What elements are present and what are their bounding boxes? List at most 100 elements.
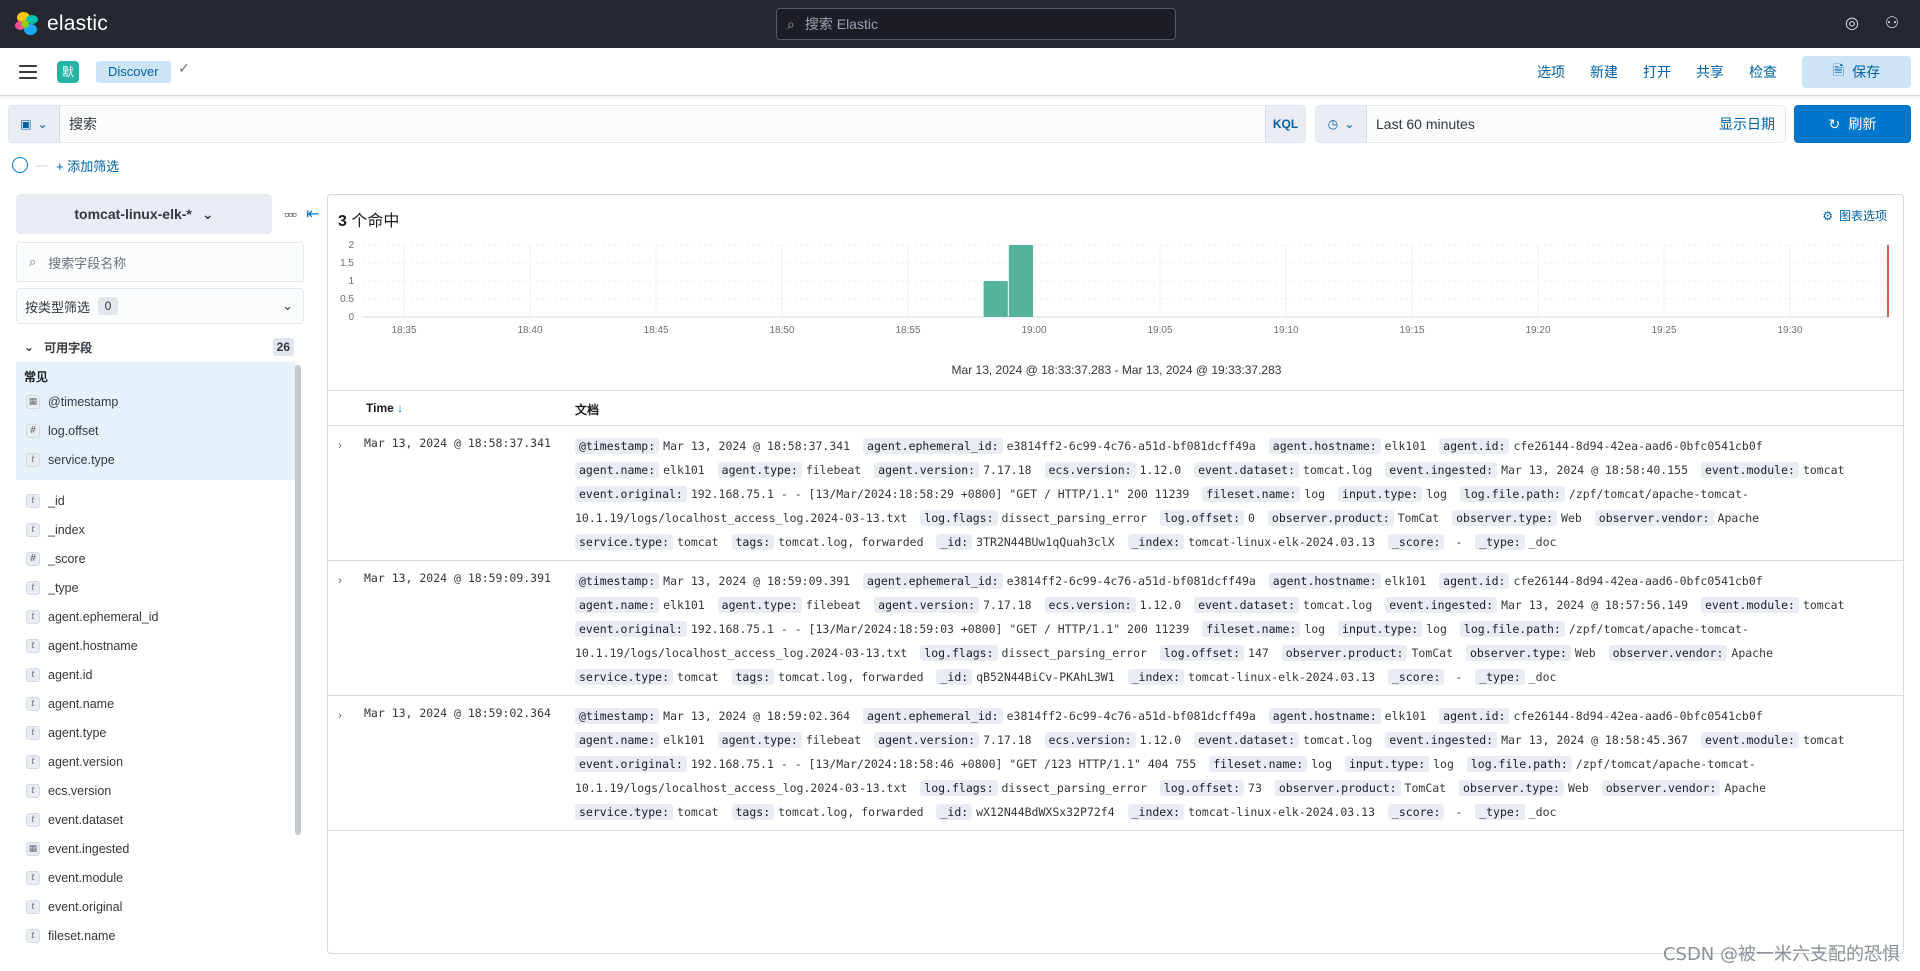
field-item[interactable]: t agent.type <box>16 718 296 747</box>
doc-field-value: cfe26144-8d94-42ea-aad6-0bfc0541cb0f <box>1513 439 1763 453</box>
user-menu-icon[interactable]: ⚇ <box>1882 14 1902 34</box>
doc-field-value: elk101 <box>663 733 705 747</box>
quick-select-button[interactable]: ◷ ⌄ <box>1316 106 1367 142</box>
field-item[interactable]: tinput.type <box>16 950 296 952</box>
field-item[interactable]: t fileset.name <box>16 921 296 950</box>
field-item[interactable]: t agent.version <box>16 747 296 776</box>
space-avatar[interactable]: 默 <box>57 61 79 83</box>
type-filter-count: 0 <box>98 297 119 315</box>
field-name: event.module <box>48 870 124 885</box>
doc-field-key: observer.product: <box>1281 645 1408 661</box>
doc-field-value: 0 <box>1248 511 1255 525</box>
index-pattern-picker[interactable]: tomcat-linux-elk-* ⌄ <box>16 194 272 234</box>
filter-options-icon[interactable] <box>12 157 28 173</box>
doc-field-key: ecs.version: <box>1044 732 1136 748</box>
doc-field-key: _score: <box>1387 534 1445 550</box>
x-tick-label: 19:20 <box>1525 325 1550 336</box>
breadcrumb-discover[interactable]: Discover <box>96 61 171 83</box>
field-item[interactable]: t event.original <box>16 892 296 921</box>
number-type-icon: # <box>26 551 40 566</box>
field-item[interactable]: # log.offset <box>16 416 296 445</box>
global-search-input[interactable]: ⌕ 搜索 Elastic <box>776 8 1176 40</box>
field-item[interactable]: ▦ event.ingested <box>16 834 296 863</box>
field-item[interactable]: t ecs.version <box>16 776 296 805</box>
doc-field-key: @timestamp: <box>575 438 660 454</box>
doc-field-value: 7.17.18 <box>983 733 1032 747</box>
doc-field-value: dissect_parsing_error <box>1001 781 1147 795</box>
doc-field-key: log.flags: <box>920 780 998 796</box>
field-name: log.offset <box>48 423 99 438</box>
date-type-icon: ▦ <box>26 841 40 856</box>
options-link[interactable]: 选项 <box>1537 62 1565 82</box>
brand-name: elastic <box>47 12 108 35</box>
elastic-logo[interactable]: elastic <box>15 12 108 36</box>
sidebar-scrollbar[interactable] <box>295 365 301 835</box>
doc-field-key: fileset.name: <box>1209 756 1308 772</box>
doc-field-key: observer.product: <box>1267 510 1394 526</box>
chart-options-button[interactable]: ⚙ 图表选项 <box>1822 207 1887 224</box>
doc-field-value: tomcat <box>1802 463 1845 477</box>
field-item[interactable]: t agent.id <box>16 660 296 689</box>
doc-field-key: agent.hostname: <box>1268 708 1381 724</box>
x-tick-label: 19:00 <box>1021 325 1046 336</box>
doc-field-key: _index: <box>1127 534 1185 550</box>
refresh-button[interactable]: ↻ 刷新 <box>1794 105 1911 143</box>
column-time-header[interactable]: Time ↓ <box>366 401 403 415</box>
help-icon[interactable]: ◎ <box>1842 14 1862 34</box>
string-type-icon: t <box>26 870 40 885</box>
field-item[interactable]: t agent.ephemeral_id <box>16 602 296 631</box>
field-item[interactable]: t event.dataset <box>16 805 296 834</box>
new-link[interactable]: 新建 <box>1590 62 1618 82</box>
row-document: @timestamp: Mar 13, 2024 @ 18:59:02.364 a… <box>575 704 1895 824</box>
save-button[interactable]: 🗎 保存 <box>1802 56 1911 88</box>
field-item[interactable]: ▦ @timestamp <box>16 387 296 416</box>
available-fields-header[interactable]: ⌄ 可用字段 26 <box>16 332 304 362</box>
hits-count: 3 个命中 <box>338 213 400 230</box>
field-item[interactable]: t _index <box>16 515 296 544</box>
query-input[interactable]: 搜索 <box>69 106 97 142</box>
collapse-sidebar-icon[interactable]: ⇤ <box>306 204 319 224</box>
y-tick-label: 0 <box>348 312 354 323</box>
saved-query-button[interactable]: ▣ ⌄ <box>9 106 60 142</box>
field-item[interactable]: t event.module <box>16 863 296 892</box>
share-link[interactable]: 共享 <box>1696 62 1724 82</box>
doc-field-value: TomCat <box>1411 646 1454 660</box>
doc-field-key: event.original: <box>575 756 687 772</box>
expand-row-icon[interactable]: › <box>338 438 342 452</box>
doc-field-key: event.ingested: <box>1385 597 1498 613</box>
field-item[interactable]: t _id <box>16 486 296 515</box>
x-tick-label: 18:35 <box>391 325 416 336</box>
open-link[interactable]: 打开 <box>1643 62 1671 82</box>
doc-field-value: 1.12.0 <box>1139 598 1182 612</box>
show-dates-link[interactable]: 显示日期 <box>1719 106 1775 142</box>
expand-row-icon[interactable]: › <box>338 708 342 722</box>
more-options-icon[interactable]: ▫▫▫ <box>284 206 297 222</box>
doc-field-key: log.flags: <box>920 645 998 661</box>
type-filter-button[interactable]: 按类型筛选 0 ⌄ <box>16 288 304 324</box>
field-item[interactable]: t _type <box>16 573 296 602</box>
doc-field-value: 192.168.75.1 - - [13/Mar/2024:18:59:03 +… <box>690 622 1190 636</box>
field-search-input[interactable]: ⌕ 搜索字段名称 <box>16 242 304 282</box>
add-filter-button[interactable]: + 添加筛选 <box>56 156 119 175</box>
field-item[interactable]: t agent.name <box>16 689 296 718</box>
field-item[interactable]: t agent.hostname <box>16 631 296 660</box>
available-fields-label: 可用字段 <box>44 340 93 355</box>
doc-field-value: tomcat.log, forwarded <box>778 670 924 684</box>
table-header: Time ↓ 文档 <box>328 390 1903 426</box>
doc-field-key: log.file.path: <box>1466 756 1572 772</box>
save-label: 保存 <box>1852 64 1881 80</box>
string-type-icon: t <box>26 493 40 508</box>
menu-toggle-icon[interactable] <box>19 65 37 79</box>
doc-field-value: log <box>1433 757 1454 771</box>
field-item[interactable]: # _score <box>16 544 296 573</box>
doc-field-value: elk101 <box>663 598 705 612</box>
expand-row-icon[interactable]: › <box>338 573 342 587</box>
time-range-label[interactable]: Last 60 minutes <box>1376 106 1475 142</box>
histogram-chart[interactable]: 0 0.5 1 1.5 2 18:35 18:40 18:45 18:50 18:55 19:00 1… <box>328 239 1905 349</box>
kql-toggle[interactable]: KQL <box>1265 106 1305 142</box>
row-timestamp: Mar 13, 2024 @ 18:58:37.341 <box>364 436 551 450</box>
doc-field-key: event.module: <box>1700 462 1799 478</box>
doc-field-key: observer.vendor: <box>1608 645 1728 661</box>
field-item[interactable]: t service.type <box>16 445 296 474</box>
inspect-link[interactable]: 检查 <box>1749 62 1777 82</box>
